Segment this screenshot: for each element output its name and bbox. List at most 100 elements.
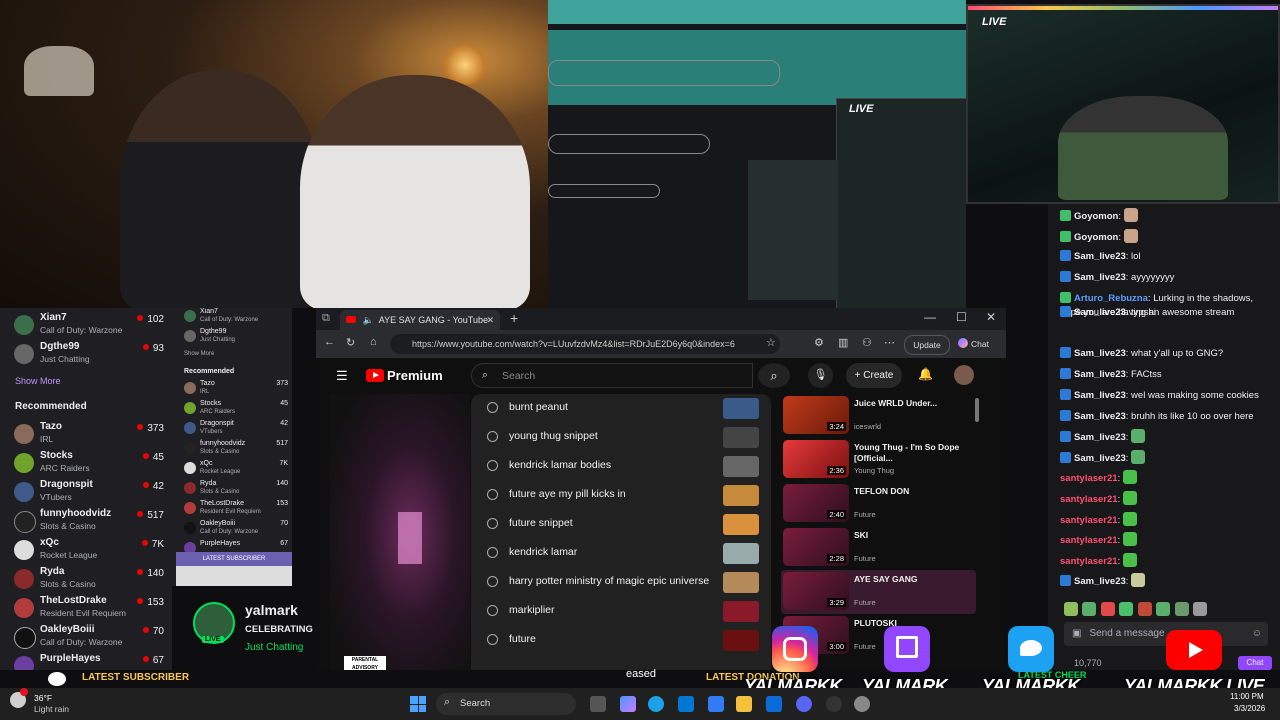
search-input[interactable]: ⌕ Search xyxy=(471,363,753,388)
file-explorer-icon[interactable] xyxy=(736,696,752,712)
microphone-icon[interactable]: 🎙 xyxy=(808,363,833,388)
mail-icon[interactable] xyxy=(766,696,782,712)
copilot-chat-button[interactable]: Chat xyxy=(958,335,1002,353)
suggestion-item[interactable]: future aye my pill kicks in xyxy=(471,481,771,510)
split-screen-icon[interactable]: ▥ xyxy=(838,336,848,349)
store-icon[interactable] xyxy=(678,696,694,712)
close-tab-icon[interactable]: ✕ xyxy=(486,310,494,330)
refresh-icon[interactable]: ↻ xyxy=(346,336,355,349)
video-player[interactable]: PARENTAL ADVISORY xyxy=(330,394,470,688)
sidebar-item-xqc[interactable]: xQc Rocket League 7K xyxy=(14,537,164,563)
new-tab-icon[interactable]: + xyxy=(510,310,518,326)
search-button[interactable]: ⌕ xyxy=(758,363,790,388)
taskbar-search[interactable]: ⌕ Search xyxy=(436,693,576,715)
tab-actions-icon[interactable]: ⧉ xyxy=(322,312,330,325)
task-view-icon[interactable] xyxy=(590,696,606,712)
suggestion-item[interactable]: burnt peanut xyxy=(471,394,771,423)
chat-username[interactable]: Sam_live23 xyxy=(1074,251,1126,262)
sidebar-item-oakleyboiii[interactable]: OakleyBoiii Call of Duty: Warzone 70 xyxy=(14,624,164,650)
url-field[interactable]: https://www.youtube.com/watch?v=LUuvfzdv… xyxy=(390,334,780,354)
channel-points[interactable]: 10,770 xyxy=(1074,658,1102,668)
chat-username[interactable]: Sam_live23 xyxy=(1074,390,1126,401)
dropbox-icon[interactable] xyxy=(708,696,724,712)
emote-icon[interactable] xyxy=(1064,602,1078,616)
chat-send-button[interactable]: Chat xyxy=(1238,656,1272,670)
more-icon[interactable]: ⋯ xyxy=(884,336,895,349)
suggestion-item[interactable]: kendrick lamar xyxy=(471,539,771,568)
playlist-item[interactable]: 2:28 SKI Future xyxy=(781,526,976,570)
playlist-item[interactable]: 3:24 Juice WRLD Under... iceswrld xyxy=(781,394,976,438)
emote-icon[interactable] xyxy=(1174,602,1189,616)
collections-icon[interactable]: ⚇ xyxy=(862,336,872,349)
settings-icon[interactable] xyxy=(854,696,870,712)
sidebar-item-dgthe99[interactable]: Dgthe99 Just Chatting 93 xyxy=(14,341,164,367)
chat-username[interactable]: Sam_live23 xyxy=(1074,348,1126,359)
clock-time[interactable]: 11:00 PM xyxy=(1230,692,1264,701)
sidebar-item-purplehayes[interactable]: PurpleHayes 67 xyxy=(14,653,164,670)
sidebar-item-funnyhoodvidz[interactable]: funnyhoodvidz Slots & Casino 517 xyxy=(14,508,164,534)
discord-icon[interactable] xyxy=(796,696,812,712)
chat-username[interactable]: Sam_live23 xyxy=(1074,411,1126,422)
sidebar-item-tazo[interactable]: Tazo IRL 373 xyxy=(14,421,164,447)
suggestion-item[interactable]: young thug snippet xyxy=(471,423,771,452)
tab-youtube[interactable]: 🔈 AYE SAY GANG - YouTube ✕ xyxy=(340,310,500,330)
edge-icon[interactable] xyxy=(648,696,664,712)
emote-icon[interactable] xyxy=(1082,602,1097,616)
suggestion-item[interactable]: kendrick lamar bodies xyxy=(471,452,771,481)
maximize-icon[interactable]: ☐ xyxy=(956,310,967,324)
chat-text: ayyyyyyyy xyxy=(1131,272,1175,283)
suggestion-item[interactable]: future snippet xyxy=(471,510,771,539)
close-window-icon[interactable]: ✕ xyxy=(986,310,996,324)
extensions-icon[interactable]: ⚙ xyxy=(814,336,824,349)
update-button[interactable]: Update xyxy=(904,335,950,355)
chat-username[interactable]: Goyomon xyxy=(1074,232,1118,243)
chat-username[interactable]: Goyomon xyxy=(1074,211,1118,222)
emote-picker-icon[interactable]: ☺ xyxy=(1252,622,1262,646)
channel-game: Slots & Casino xyxy=(200,449,240,455)
sidebar-item-ryda[interactable]: Ryda Slots & Casino 140 xyxy=(14,566,164,592)
youtube-premium-logo[interactable]: Premium xyxy=(366,368,443,383)
windows-start-icon[interactable] xyxy=(410,696,426,712)
show-more-link[interactable]: Show More xyxy=(15,376,61,386)
playlist-item-current[interactable]: 3:29 AYE SAY GANG Future xyxy=(781,570,976,614)
chat-username[interactable]: Sam_live23 xyxy=(1074,453,1126,464)
chat-username[interactable]: Sam_live23 xyxy=(1074,272,1126,283)
minimize-icon[interactable]: — xyxy=(924,310,936,324)
clock-date[interactable]: 3/3/2026 xyxy=(1234,704,1265,713)
emote-icon[interactable] xyxy=(1137,602,1152,616)
favorite-icon[interactable]: ☆ xyxy=(766,336,776,349)
sidebar-item-dragonspit[interactable]: Dragonspit VTubers 42 xyxy=(14,479,164,505)
chat-username[interactable]: Arturo_Rebuzna xyxy=(1074,293,1148,304)
sidebar-item-thelostdrake[interactable]: TheLostDrake Resident Evil Requiem 153 xyxy=(14,595,164,621)
copilot-app-icon[interactable] xyxy=(620,696,636,712)
create-button[interactable]: + Create xyxy=(846,363,902,388)
notifications-icon[interactable]: 🔔 xyxy=(918,367,933,381)
chat-username[interactable]: santylaser21 xyxy=(1060,535,1118,546)
menu-icon[interactable]: ☰ xyxy=(336,368,348,384)
chat-username[interactable]: Sam_live23 xyxy=(1074,432,1126,443)
chat-username[interactable]: santylaser21 xyxy=(1060,494,1118,505)
chat-username[interactable]: Sam_live23 xyxy=(1074,369,1126,380)
sidebar-item-stocks[interactable]: Stocks ARC Raiders 45 xyxy=(14,450,164,476)
chat-username[interactable]: santylaser21 xyxy=(1060,473,1118,484)
home-icon[interactable]: ⌂ xyxy=(370,336,377,348)
suggestion-item[interactable]: markiplier xyxy=(471,597,771,626)
suggestion-item[interactable]: future xyxy=(471,626,771,655)
emote-icon[interactable] xyxy=(1156,602,1171,616)
playlist-item[interactable]: 2:36 Young Thug - I'm So Dope [Official..… xyxy=(781,438,976,482)
suggestion-item[interactable]: harry potter ministry of magic epic univ… xyxy=(471,568,771,597)
obs-icon[interactable] xyxy=(826,696,842,712)
chat-username[interactable]: Sam_live23 xyxy=(1074,576,1126,587)
playlist-scrollbar[interactable] xyxy=(975,398,979,422)
chat-username[interactable]: santylaser21 xyxy=(1060,515,1118,526)
emote-icon[interactable] xyxy=(1119,602,1134,616)
account-avatar[interactable] xyxy=(954,365,974,385)
sidebar-item-xian7[interactable]: Xian7 Call of Duty: Warzone 102 xyxy=(14,312,164,338)
back-icon[interactable]: ← xyxy=(324,336,335,348)
playlist-item[interactable]: 2:40 TEFLON DON Future xyxy=(781,482,976,526)
chat-username[interactable]: Sam_live23 xyxy=(1074,307,1126,318)
speaker-icon[interactable]: 🔈 xyxy=(363,315,374,325)
emote-icon[interactable] xyxy=(1100,602,1115,616)
emote-icon[interactable] xyxy=(1193,602,1208,616)
chat-username[interactable]: santylaser21 xyxy=(1060,556,1118,567)
